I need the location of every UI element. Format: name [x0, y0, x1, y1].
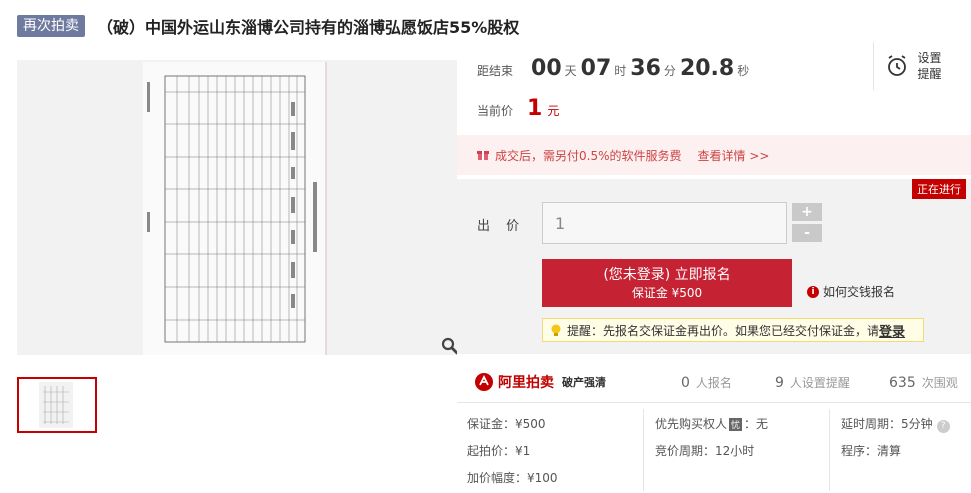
countdown-minutes: 36	[630, 56, 661, 81]
priority-buyer-info: 优先购买权人忧：无	[655, 415, 768, 432]
priority-badge: 忧	[729, 418, 743, 431]
set-reminder-button[interactable]: 设置 提醒	[873, 42, 953, 90]
register-label: (您未登录) 立即报名	[603, 267, 731, 283]
view-label: 次围观	[921, 376, 958, 390]
brand-stats-row: 阿里拍卖 破产强清 0 人报名 9 人设置提醒 635 次围观	[457, 365, 971, 399]
price-label: 当前价	[477, 104, 514, 118]
image-thumbnail[interactable]	[17, 377, 97, 433]
notice-text: 成交后，需另付0.5%的软件服务费	[495, 148, 682, 163]
minutes-unit: 分	[663, 64, 676, 78]
countdown: 距结束 00 天 07 时 36 分 20.8 秒	[477, 56, 753, 81]
increase-bid-button[interactable]: +	[792, 203, 822, 221]
countdown-hours: 07	[580, 56, 612, 81]
how-to-pay-link[interactable]: i 如何交钱报名	[807, 283, 895, 300]
view-details-link[interactable]: 查看详情 >>	[698, 147, 770, 164]
auction-details: 保证金：¥500 起拍价：¥1 加价幅度：¥100 优先购买权人忧：无 竞价周期…	[457, 402, 971, 493]
days-unit: 天	[564, 64, 577, 78]
gift-icon	[477, 151, 489, 160]
signup-label: 人报名	[695, 376, 732, 390]
register-button[interactable]: (您未登录) 立即报名 保证金 ¥500	[542, 259, 792, 307]
bid-amount-input[interactable]: 1	[542, 202, 787, 244]
register-deposit: 保证金 ¥500	[631, 286, 703, 300]
status-badge: 正在进行	[912, 179, 966, 199]
delay-text: 延时周期：5分钟	[841, 417, 933, 431]
countdown-days: 00	[531, 56, 562, 81]
how-to-pay-text: 如何交钱报名	[823, 285, 896, 299]
help-question-icon[interactable]: ?	[936, 419, 950, 433]
lightbulb-icon	[551, 324, 561, 336]
auction-type-tag: 再次拍卖	[17, 15, 85, 37]
brand-subtitle: 破产强清	[562, 376, 606, 389]
title-row: 再次拍卖 （破）中国外运山东淄博公司持有的淄博弘愿饭店55%股权	[17, 14, 519, 38]
view-number: 635	[889, 375, 916, 391]
price-unit: 元	[547, 104, 560, 118]
reminder-count: 9 人设置提醒	[775, 374, 850, 391]
bid-panel: 正在进行 出 价 1 + - (您未登录) 立即报名 保证金 ¥500 i 如何…	[457, 179, 971, 354]
hours-unit: 时	[614, 64, 627, 78]
zoom-icon[interactable]	[441, 337, 457, 355]
tip-text: 提醒：先报名交保证金再出价。如果您已经交付保证金，请	[567, 323, 880, 338]
deposit-info: 保证金：¥500	[467, 417, 546, 431]
procedure-info: 程序：清算	[841, 444, 902, 458]
decrease-bid-button[interactable]: -	[792, 224, 822, 242]
increment-info: 加价幅度：¥100	[467, 471, 558, 485]
ali-auction-logo-icon	[475, 373, 493, 391]
brand-name: 阿里拍卖	[498, 375, 554, 391]
main-image-viewer[interactable]	[17, 60, 457, 355]
reminder-line2: 提醒	[917, 67, 942, 81]
info-icon: i	[807, 285, 819, 298]
start-price-info: 起拍价：¥1	[467, 444, 531, 458]
reminder-count-label: 人设置提醒	[789, 376, 850, 390]
view-count: 635 次围观	[889, 374, 958, 391]
countdown-seconds: 20.8	[679, 56, 735, 81]
seconds-unit: 秒	[737, 64, 750, 78]
bid-label: 出 价	[477, 219, 526, 234]
signup-count: 0 人报名	[681, 374, 732, 391]
price-value: 1	[527, 96, 543, 121]
thumbnail-image	[39, 382, 73, 428]
alarm-clock-icon	[888, 55, 907, 76]
login-link[interactable]: 登录	[879, 321, 905, 340]
login-tip: 提醒：先报名交保证金再出价。如果您已经交付保证金，请 登录	[542, 318, 924, 342]
countdown-label: 距结束	[477, 64, 514, 78]
current-price: 当前价 1 元	[477, 96, 559, 121]
bid-cycle-info: 竞价周期：12小时	[655, 444, 755, 458]
page-title: （破）中国外运山东淄博公司持有的淄博弘愿饭店55%股权	[97, 18, 520, 37]
signup-number: 0	[681, 375, 690, 391]
service-fee-notice: 成交后，需另付0.5%的软件服务费 查看详情 >>	[457, 135, 971, 175]
document-image	[143, 62, 327, 355]
reminder-line1: 设置	[917, 51, 942, 65]
divider	[829, 409, 830, 491]
priority-value: ：无	[744, 417, 769, 431]
divider	[643, 409, 644, 491]
delay-period-info: 延时周期：5分钟?	[841, 415, 950, 433]
timer-panel: 距结束 00 天 07 时 36 分 20.8 秒 当前价 1 元 设置 提醒	[457, 42, 971, 132]
ali-auction-logo[interactable]: 阿里拍卖 破产强清	[474, 372, 606, 392]
priority-label: 优先购买权人	[655, 417, 728, 431]
reminder-number: 9	[775, 375, 784, 391]
